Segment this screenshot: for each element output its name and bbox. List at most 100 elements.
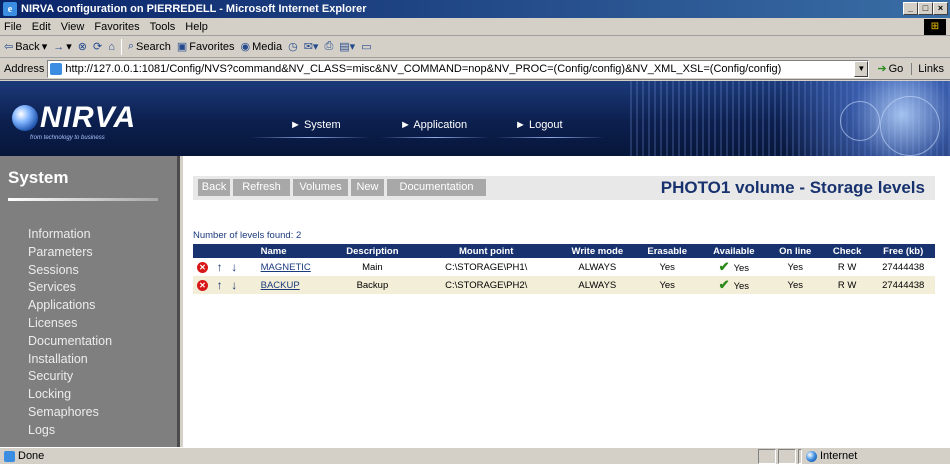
menu-help[interactable]: Help xyxy=(185,21,208,33)
cell-name: MAGNETIC xyxy=(258,258,333,276)
refresh-action-button[interactable]: Refresh xyxy=(233,179,290,196)
volumes-button[interactable]: Volumes xyxy=(293,179,348,196)
edit-page-button[interactable]: ▤▾ xyxy=(339,40,355,53)
logo-tagline: from technology to business xyxy=(30,135,105,141)
discuss-button[interactable]: ▭ xyxy=(361,40,371,53)
sidebar-item-security[interactable]: Security xyxy=(28,368,112,386)
globe-icon xyxy=(12,105,38,131)
dropdown-arrow-icon[interactable]: ▾ xyxy=(42,40,48,53)
sidebar-item-logs[interactable]: Logs xyxy=(28,422,112,440)
level-name-link[interactable]: MAGNETIC xyxy=(261,262,311,273)
column-actions xyxy=(193,244,259,258)
go-button[interactable]: ➔ Go xyxy=(877,62,903,76)
sidebar-item-licenses[interactable]: Licenses xyxy=(28,315,112,333)
cell-description: Backup xyxy=(332,276,413,294)
row-actions: ✕ ↑ ↓ xyxy=(193,276,259,294)
logo-text: NIRVA xyxy=(40,101,137,134)
cell-description: Main xyxy=(332,258,413,276)
sidebar-item-parameters[interactable]: Parameters xyxy=(28,244,112,262)
media-icon: ◉ xyxy=(240,41,251,53)
status-pane xyxy=(778,448,796,464)
delete-icon[interactable]: ✕ xyxy=(197,261,208,273)
sidebar-title: System xyxy=(8,168,69,187)
column-description: Description xyxy=(332,244,413,258)
links-button[interactable]: Links xyxy=(911,62,944,75)
cell-write-mode: ALWAYS xyxy=(560,276,635,294)
favorites-toolbar-button[interactable]: ▣ Favorites xyxy=(177,40,235,54)
maximize-button[interactable]: □ xyxy=(918,2,933,15)
column-mount-point: Mount point xyxy=(412,244,561,258)
action-bar: Back Refresh Volumes New Documentation P… xyxy=(193,176,935,200)
sidebar-item-semaphores[interactable]: Semaphores xyxy=(28,404,112,422)
sidebar-item-sessions[interactable]: Sessions xyxy=(28,262,112,280)
mail-icon: ✉▾ xyxy=(303,41,319,53)
refresh-icon: ⟳ xyxy=(92,41,103,53)
address-input[interactable]: http://127.0.0.1:1081/Config/NVS?command… xyxy=(47,59,870,78)
documentation-button[interactable]: Documentation xyxy=(387,179,486,196)
nirva-logo: NIRVA xyxy=(12,101,136,135)
menu-view[interactable]: View xyxy=(61,21,85,33)
sidebar-item-installation[interactable]: Installation xyxy=(28,351,112,369)
cell-available: ✔ Yes xyxy=(700,258,768,276)
sidebar-item-services[interactable]: Services xyxy=(28,279,112,297)
delete-icon[interactable]: ✕ xyxy=(197,279,208,291)
address-bar: Address http://127.0.0.1:1081/Config/NVS… xyxy=(0,58,950,80)
internet-explorer-icon: e xyxy=(3,2,17,16)
nav-underline xyxy=(250,137,370,138)
forward-nav-button[interactable]: → ▾ xyxy=(53,40,72,54)
edit-icon: ▤▾ xyxy=(339,41,356,53)
sidebar-menu: Information Parameters Sessions Services… xyxy=(28,226,112,440)
back-arrow-icon: ⇦ xyxy=(4,41,14,53)
toolbar-separator xyxy=(120,38,122,55)
home-button[interactable]: ⌂ xyxy=(108,41,115,53)
minimize-button[interactable]: _ xyxy=(903,2,918,15)
close-button[interactable]: × xyxy=(933,2,948,15)
table-row: ✕ ↑ ↓ MAGNETIC Main C:\STORAGE\PH1\ ALWA… xyxy=(193,258,935,276)
nav-application[interactable]: ► Application xyxy=(400,119,467,131)
sidebar-item-documentation[interactable]: Documentation xyxy=(28,333,112,351)
media-toolbar-button[interactable]: ◉ Media xyxy=(240,40,283,54)
move-down-icon[interactable]: ↓ xyxy=(231,278,237,292)
level-name-link[interactable]: BACKUP xyxy=(261,280,300,291)
menu-file[interactable]: File xyxy=(4,21,22,33)
main-content: Back Refresh Volumes New Documentation P… xyxy=(183,156,950,447)
menu-favorites[interactable]: Favorites xyxy=(94,21,139,33)
move-up-icon[interactable]: ↑ xyxy=(217,260,223,274)
column-check: Check xyxy=(822,244,872,258)
column-name: Name xyxy=(258,244,333,258)
page-icon xyxy=(4,450,15,462)
move-down-icon[interactable]: ↓ xyxy=(231,260,237,274)
cell-check: R W xyxy=(822,258,872,276)
menu-tools[interactable]: Tools xyxy=(150,21,176,33)
nav-logout[interactable]: ► Logout xyxy=(515,119,563,131)
cell-name: BACKUP xyxy=(258,276,333,294)
back-nav-button[interactable]: ⇦ Back ▾ xyxy=(4,40,48,54)
move-up-icon[interactable]: ↑ xyxy=(217,278,223,292)
window-title: NIRVA configuration on PIERREDELL - Micr… xyxy=(21,3,367,15)
print-button[interactable]: ⎙ xyxy=(324,40,333,53)
sidebar-item-information[interactable]: Information xyxy=(28,226,112,244)
cell-online: Yes xyxy=(767,276,823,294)
mail-button[interactable]: ✉▾ xyxy=(304,40,319,53)
nav-system[interactable]: ► System xyxy=(290,119,341,131)
search-toolbar-button[interactable]: ⌕ Search xyxy=(128,40,171,53)
discuss-icon: ▭ xyxy=(361,41,372,53)
sidebar-divider xyxy=(8,198,158,201)
refresh-button[interactable]: ⟳ xyxy=(93,40,102,53)
stop-icon: ⊗ xyxy=(77,41,87,53)
history-button[interactable]: ◷ xyxy=(288,40,298,53)
stop-button[interactable]: ⊗ xyxy=(78,40,87,53)
storage-levels-table: Name Description Mount point Write mode … xyxy=(193,244,935,294)
row-actions: ✕ ↑ ↓ xyxy=(193,258,259,276)
menu-edit[interactable]: Edit xyxy=(32,21,51,33)
back-button[interactable]: Back xyxy=(198,179,230,196)
cell-erasable: Yes xyxy=(634,276,700,294)
new-button[interactable]: New xyxy=(351,179,384,196)
table-header-row: Name Description Mount point Write mode … xyxy=(193,244,935,258)
cell-mount-point: C:\STORAGE\PH2\ xyxy=(412,276,561,294)
address-dropdown-icon[interactable]: ▼ xyxy=(854,60,869,77)
sidebar-item-applications[interactable]: Applications xyxy=(28,297,112,315)
sidebar-item-locking[interactable]: Locking xyxy=(28,386,112,404)
dropdown-arrow-icon[interactable]: ▾ xyxy=(66,40,72,53)
status-bar: Done Internet xyxy=(0,447,950,464)
